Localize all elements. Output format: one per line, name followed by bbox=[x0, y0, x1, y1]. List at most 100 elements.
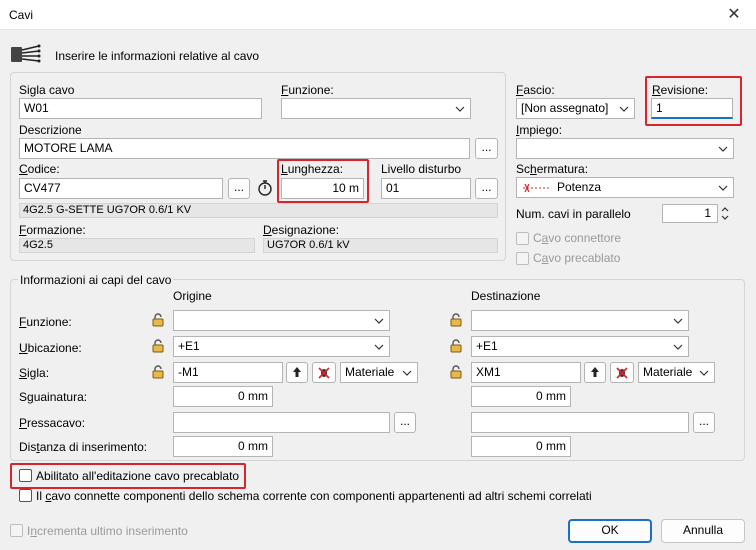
formazione-label: Formazione: bbox=[19, 223, 86, 237]
cavo-connettore-checkbox[interactable] bbox=[516, 232, 529, 245]
ends-group-title: Informazioni ai capi del cavo bbox=[18, 273, 174, 287]
lock-icon[interactable] bbox=[151, 312, 167, 328]
designazione-label: Designazione: bbox=[263, 223, 340, 237]
revisione-input[interactable]: 1 bbox=[651, 98, 733, 119]
chevron-down-icon bbox=[673, 342, 683, 352]
origine-sigla-input[interactable]: -M1 bbox=[173, 362, 283, 383]
origine-distanza-input[interactable]: 0 mm bbox=[173, 436, 273, 457]
origine-sguainatura-input[interactable]: 0 mm bbox=[173, 386, 273, 407]
origine-pressacavo-browse-button[interactable]: ... bbox=[394, 412, 416, 433]
descrizione-browse-button[interactable]: ... bbox=[475, 138, 498, 159]
destinazione-sigla-input[interactable]: XM1 bbox=[471, 362, 581, 383]
origine-pressacavo-input[interactable] bbox=[173, 412, 390, 433]
stopwatch-icon[interactable] bbox=[256, 179, 274, 197]
connette-checkbox[interactable] bbox=[19, 489, 32, 502]
incrementa-label: Incrementa ultimo inserimento bbox=[27, 524, 188, 538]
codice-input[interactable]: CV477 bbox=[19, 178, 223, 199]
chevron-down-icon bbox=[619, 104, 629, 114]
bug-cross-icon bbox=[317, 365, 331, 379]
origine-tipo-value: Materiale bbox=[345, 365, 395, 379]
bug-cross-icon bbox=[615, 365, 629, 379]
origine-header: Origine bbox=[173, 289, 212, 303]
destinazione-pressacavo-input[interactable] bbox=[471, 412, 689, 433]
descrizione-input[interactable]: MOTORE LAMA bbox=[19, 138, 470, 159]
schermatura-label: Schermatura: bbox=[516, 162, 589, 176]
revisione-label: Revisione: bbox=[652, 83, 709, 97]
destinazione-pressacavo-browse-button[interactable]: ... bbox=[693, 412, 715, 433]
connette-label: Il cavo connette componenti dello schema… bbox=[36, 489, 592, 503]
lock-icon[interactable] bbox=[449, 312, 465, 328]
livello-browse-button[interactable]: ... bbox=[475, 178, 498, 199]
lock-icon[interactable] bbox=[151, 338, 167, 354]
fascio-label: Fascio: bbox=[516, 83, 555, 97]
origine-tipo-select[interactable]: Materiale bbox=[340, 362, 418, 383]
destinazione-header: Destinazione bbox=[471, 289, 541, 303]
destinazione-ubicazione-select[interactable]: +E1 bbox=[471, 336, 689, 357]
annulla-button[interactable]: Annulla bbox=[661, 519, 745, 543]
destinazione-disconnect-button[interactable] bbox=[610, 362, 634, 383]
lunghezza-input[interactable]: 10 m bbox=[281, 178, 364, 199]
spinner-arrows-icon[interactable] bbox=[719, 204, 731, 223]
impiego-select[interactable] bbox=[516, 138, 734, 159]
ends-funzione-label: Funzione: bbox=[19, 315, 72, 329]
lock-icon[interactable] bbox=[449, 364, 465, 380]
shield-line-icon bbox=[523, 183, 551, 193]
ends-pressacavo-label: Pressacavo: bbox=[19, 416, 86, 430]
formazione-value: 4G2.5 bbox=[19, 238, 255, 253]
livello-disturbo-input[interactable]: 01 bbox=[381, 178, 471, 199]
chevron-down-icon bbox=[374, 342, 384, 352]
destinazione-distanza-input[interactable]: 0 mm bbox=[471, 436, 571, 457]
lock-icon[interactable] bbox=[151, 364, 167, 380]
lunghezza-label: Lunghezza: bbox=[281, 162, 344, 176]
lock-icon[interactable] bbox=[449, 338, 465, 354]
codice-label: Codice: bbox=[19, 162, 60, 176]
fascio-value: [Non assegnato] bbox=[521, 101, 609, 115]
destinazione-sguainatura-input[interactable]: 0 mm bbox=[471, 386, 571, 407]
destinazione-tipo-select[interactable]: Materiale bbox=[638, 362, 715, 383]
origine-ubicazione-value: +E1 bbox=[178, 339, 200, 353]
incrementa-checkbox[interactable] bbox=[10, 524, 23, 537]
up-arrow-icon bbox=[290, 365, 304, 379]
title-bar bbox=[0, 0, 756, 30]
num-cavi-label: Num. cavi in parallelo bbox=[516, 207, 631, 221]
window-title: Cavi bbox=[9, 8, 34, 22]
origine-funzione-select[interactable] bbox=[173, 310, 390, 331]
ok-button[interactable]: OK bbox=[568, 519, 652, 543]
destinazione-up-button[interactable] bbox=[584, 362, 606, 383]
livello-disturbo-label: Livello disturbo bbox=[381, 162, 462, 176]
cavo-precablato-label: Cavo precablato bbox=[533, 251, 621, 265]
num-cavi-input[interactable]: 1 bbox=[662, 204, 718, 223]
ends-sguainatura-label: Sguainatura: bbox=[19, 390, 88, 404]
designazione-value: UG7OR 0.6/1 kV bbox=[263, 238, 498, 253]
ends-ubicazione-label: Ubicazione: bbox=[19, 341, 82, 355]
destinazione-ubicazione-value: +E1 bbox=[476, 339, 498, 353]
origine-up-button[interactable] bbox=[286, 362, 308, 383]
header-text: Inserire le informazioni relative al cav… bbox=[55, 49, 260, 63]
codice-description: 4G2.5 G-SETTE UG7OR 0.6/1 KV bbox=[19, 203, 498, 218]
up-arrow-icon bbox=[588, 365, 602, 379]
chevron-down-icon bbox=[699, 368, 709, 378]
cavo-connettore-label: Cavo connettore bbox=[533, 231, 622, 245]
funzione-label: Funzione: bbox=[281, 83, 334, 97]
descrizione-label: Descrizione bbox=[19, 123, 82, 137]
chevron-down-icon bbox=[718, 183, 728, 193]
cavo-precablato-checkbox[interactable] bbox=[516, 252, 529, 265]
origine-ubicazione-select[interactable]: +E1 bbox=[173, 336, 390, 357]
impiego-label: Impiego: bbox=[516, 123, 563, 137]
codice-browse-button[interactable]: ... bbox=[228, 178, 250, 199]
chevron-down-icon bbox=[455, 104, 465, 114]
abilitato-checkbox[interactable] bbox=[19, 469, 32, 482]
funzione-select[interactable] bbox=[281, 98, 471, 119]
destinazione-funzione-select[interactable] bbox=[471, 310, 689, 331]
sigla-cavo-input[interactable]: W01 bbox=[19, 98, 262, 119]
destinazione-tipo-value: Materiale bbox=[643, 365, 693, 379]
fascio-select[interactable]: [Non assegnato] bbox=[516, 98, 635, 119]
chevron-down-icon bbox=[673, 316, 683, 326]
close-icon[interactable]: ✕ bbox=[724, 5, 744, 25]
abilitato-label: Abilitato all'editazione cavo precablato bbox=[36, 469, 240, 483]
ends-sigla-label: Sigla: bbox=[19, 366, 50, 380]
origine-disconnect-button[interactable] bbox=[312, 362, 336, 383]
cable-icon bbox=[11, 44, 41, 63]
sigla-cavo-label: Sigla cavo bbox=[19, 83, 75, 97]
schermatura-select[interactable]: Potenza bbox=[516, 177, 734, 198]
